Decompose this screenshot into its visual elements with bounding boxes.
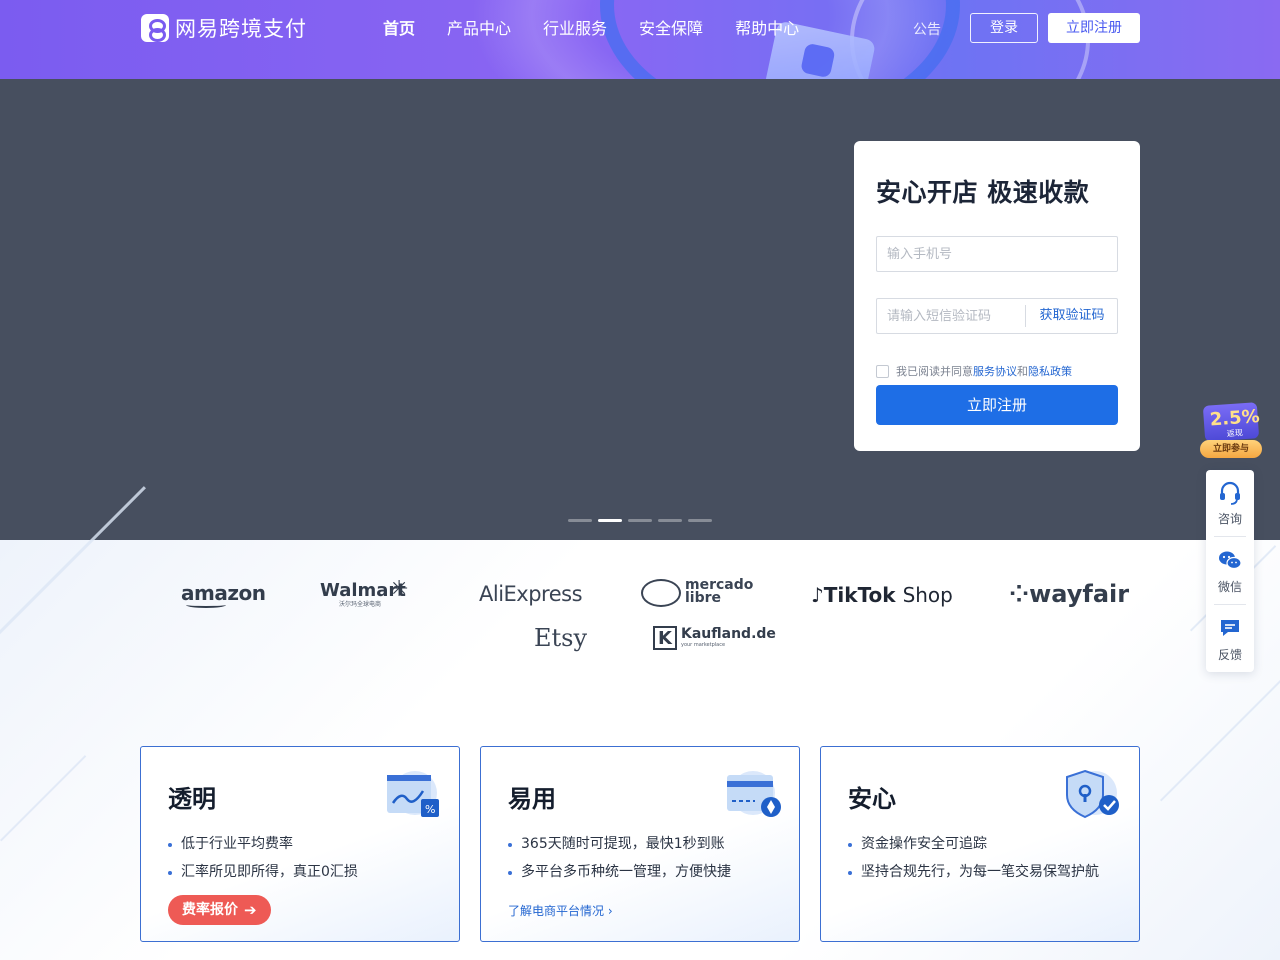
brand-walmart-sub: 沃尔玛全球电商 (339, 601, 382, 608)
nav-item-help[interactable]: 帮助中心 (735, 18, 799, 40)
svg-text:%: % (425, 803, 435, 816)
feature-card-secure: 安心 资金操作安全可追踪 坚持合规先行，为每一笔交易保驾护航 (820, 746, 1140, 942)
floating-sidebar: 咨询 微信 反馈 (1206, 470, 1254, 672)
tiktok-text: TikTok (823, 583, 896, 607)
brand-wayfair: ⁘wayfair (1009, 580, 1129, 608)
arrow-right-icon: ➔ (244, 901, 257, 919)
service-agreement-link[interactable]: 服务协议 (973, 363, 1017, 379)
promo-badge: 2.5% 返现 (1202, 402, 1260, 442)
amazon-smile-icon (186, 602, 226, 608)
divider (1214, 536, 1246, 537)
tiktok-note-icon: ♪ (811, 583, 824, 607)
headset-icon (1220, 481, 1240, 505)
wayfair-text: wayfair (1029, 580, 1130, 608)
top-header: 网易跨境支付 首页 产品中心 行业服务 安全保障 帮助中心 公告 登录 立即注册 (0, 0, 1280, 79)
carousel-indicators (568, 519, 712, 522)
agree-and-text: 和 (1017, 365, 1028, 378)
tiktok-shop-text: Shop (902, 583, 953, 607)
feature-title: 安心 (848, 785, 896, 813)
main-nav: 首页 产品中心 行业服务 安全保障 帮助中心 (383, 18, 831, 40)
kaufland-k-icon (653, 626, 677, 650)
rate-chart-icon: % (387, 771, 439, 817)
phone-input[interactable] (876, 236, 1118, 272)
divider (1214, 604, 1246, 605)
mercado-handshake-icon (641, 579, 681, 607)
carousel-dot[interactable] (628, 519, 652, 522)
sidebar-label: 微信 (1217, 580, 1242, 594)
bg-stripe (1160, 679, 1280, 802)
register-submit-button[interactable]: 立即注册 (876, 385, 1118, 425)
agreement-row: 我已阅读并同意 服务协议 和 隐私政策 (876, 363, 1072, 379)
nav-item-industry[interactable]: 行业服务 (543, 18, 607, 40)
rate-quote-label: 费率报价 (182, 902, 238, 918)
logo-icon (141, 14, 169, 42)
carousel-dot[interactable] (688, 519, 712, 522)
feature-card-transparent: 透明 % 低于行业平均费率 汇率所见即所得，真正0汇损 费率报价 ➔ (140, 746, 460, 942)
nav-item-products[interactable]: 产品中心 (447, 18, 511, 40)
agree-text: 我已阅读并同意 (896, 365, 973, 378)
feature-points: 资金操作安全可追踪 坚持合规先行，为每一笔交易保驾护航 (848, 836, 1099, 892)
register-card: 安心开店 极速收款 获取验证码 我已阅读并同意 服务协议 和 隐私政策 立即注册 (854, 141, 1140, 451)
logo-text: 网易跨境支付 (175, 17, 307, 41)
feature-point: 坚持合规先行，为每一笔交易保驾护航 (848, 864, 1099, 880)
feedback-icon (1221, 620, 1239, 636)
brand-kaufland: Kaufland.de (681, 626, 776, 642)
feature-point: 汇率所见即所得，真正0汇损 (168, 864, 358, 880)
walmart-spark-icon: ✳ (390, 577, 409, 602)
mercado-line2: libre (685, 590, 722, 606)
nav-item-home[interactable]: 首页 (383, 18, 415, 40)
rate-quote-button[interactable]: 费率报价 ➔ (168, 895, 271, 925)
cashback-promo[interactable]: 2.5% 返现 立即参与 (1200, 398, 1262, 460)
nav-item-security[interactable]: 安全保障 (639, 18, 703, 40)
brand-kaufland-sub: your marketplace (681, 642, 726, 648)
carousel-dot[interactable] (658, 519, 682, 522)
feature-point: 365天随时可提现，最快1秒到账 (508, 836, 731, 852)
login-button[interactable]: 登录 (970, 13, 1038, 43)
feature-point: 低于行业平均费率 (168, 836, 358, 852)
sms-code-field: 获取验证码 (876, 298, 1118, 334)
card-payment-icon (727, 771, 781, 817)
bg-stripe (0, 755, 87, 842)
shield-lock-icon (1066, 769, 1119, 819)
ecommerce-platforms-link[interactable]: 了解电商平台情况 › (508, 902, 613, 919)
feature-point: 多平台多币种统一管理，方便快捷 (508, 864, 731, 880)
sidebar-item-feedback[interactable]: 反馈 (1206, 606, 1254, 674)
sidebar-item-wechat[interactable]: 微信 (1206, 538, 1254, 606)
wayfair-pinwheel-icon: ⁘ (1009, 580, 1030, 608)
get-code-button[interactable]: 获取验证码 (1026, 299, 1118, 333)
sidebar-label: 反馈 (1217, 648, 1242, 662)
privacy-policy-link[interactable]: 隐私政策 (1028, 363, 1072, 379)
feature-title: 易用 (508, 785, 556, 813)
carousel-dot[interactable] (568, 519, 592, 522)
feature-point: 资金操作安全可追踪 (848, 836, 1099, 852)
sidebar-label: 咨询 (1217, 512, 1242, 526)
site-logo[interactable]: 网易跨境支付 (141, 13, 307, 43)
feature-card-easy: 易用 365天随时可提现，最快1秒到账 多平台多币种统一管理，方便快捷 了解电商… (480, 746, 800, 942)
sms-code-input[interactable] (877, 299, 1025, 333)
agree-checkbox[interactable] (876, 364, 889, 378)
brand-aliexpress: AliExpress (479, 582, 583, 606)
carousel-dot-active[interactable] (598, 519, 622, 522)
feature-title: 透明 (168, 785, 216, 813)
register-title: 安心开店 极速收款 (876, 178, 1090, 207)
feature-points: 低于行业平均费率 汇率所见即所得，真正0汇损 (168, 836, 358, 892)
promo-join-button[interactable]: 立即参与 (1200, 440, 1262, 458)
sidebar-item-consult[interactable]: 咨询 (1206, 470, 1254, 538)
register-button[interactable]: 立即注册 (1048, 13, 1140, 43)
promo-sub: 返现 (1226, 428, 1244, 439)
brand-tiktok-shop: ♪TikTok Shop (811, 583, 953, 607)
brand-mercado-libre: mercado libre (685, 578, 753, 606)
feature-points: 365天随时可提现，最快1秒到账 多平台多币种统一管理，方便快捷 (508, 836, 731, 892)
notice-link[interactable]: 公告 (913, 19, 941, 39)
brand-etsy: Etsy (534, 624, 588, 652)
wechat-icon (1219, 551, 1242, 570)
